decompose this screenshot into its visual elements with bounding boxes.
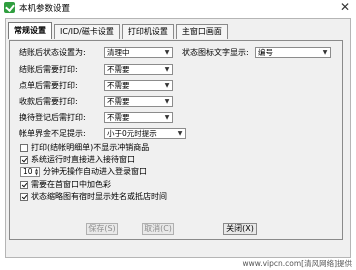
checkout-status-label: 结账后状态设置为: (19, 47, 86, 57)
idle-minutes-option: 10 ▲ ▼ 分钟无操作自动进入登录窗口 (20, 166, 147, 177)
print-after-deposit-select[interactable]: 不需要 ▼ (104, 95, 173, 107)
idle-minutes-spinner[interactable]: 10 ▲ ▼ (20, 166, 40, 177)
watermark-footer: www.vipcn.com[清风网络]提供 (0, 259, 356, 270)
print-after-deposit-row: 收款后需要打印: 不需要 ▼ (19, 95, 173, 107)
print-after-room-change-label: 换待登记后需打印: (19, 112, 86, 122)
prompt-under-amount-label: 帐单界金不足提示: (19, 128, 86, 138)
status-icon-text-value: 编号 (258, 47, 273, 57)
status-icon-text-label: 状态图标文字显示: (182, 47, 249, 57)
print-after-checkout-select[interactable]: 不需要 ▼ (104, 63, 173, 75)
print-after-order-select[interactable]: 不需要 ▼ (104, 79, 173, 91)
tab-general[interactable]: 常规设置 (8, 22, 52, 39)
print-after-checkout-row: 结账后需要打印: 不需要 ▼ (19, 63, 173, 75)
color-in-main-window-option[interactable]: 需要在首窗口中加色彩 (20, 179, 111, 190)
print-after-room-change-select[interactable]: 不需要 ▼ (104, 111, 173, 123)
print-after-deposit-value: 不需要 (107, 96, 130, 106)
chevron-down-icon: ▼ (164, 65, 170, 73)
save-button[interactable]: 保存(S) (86, 223, 118, 235)
tab-printer-settings[interactable]: 打印机设置 (121, 24, 174, 39)
print-after-checkout-value: 不需要 (107, 64, 130, 74)
show-customer-in-icon-option[interactable]: 状态缩略图有宿时显示姓名或抵店时间 (20, 191, 167, 202)
show-customer-in-icon-label: 状态缩略图有宿时显示姓名或抵店时间 (31, 192, 167, 201)
chevron-down-icon: ▼ (322, 48, 328, 56)
prompt-under-amount-value: 小于0元时提示 (107, 128, 157, 138)
chevron-down-icon: ▼ (164, 97, 170, 105)
status-icon-text-select[interactable]: 编号 ▼ (255, 46, 331, 58)
print-after-deposit-label: 收款后需要打印: (19, 96, 78, 106)
enter-room-window-label: 系统运行时直接进入接待窗口 (31, 155, 135, 164)
close-icon[interactable]: ✕ (337, 1, 353, 14)
enter-room-window-checkbox[interactable] (20, 155, 28, 164)
idle-minutes-value: 10 (23, 166, 33, 176)
print-detail-blank-checkbox[interactable] (20, 143, 28, 152)
chevron-down-icon: ▼ (164, 48, 170, 56)
print-after-room-change-value: 不需要 (107, 112, 130, 122)
print-after-order-row: 点单后需要打印: 不需要 ▼ (19, 79, 173, 91)
tab-main-window-screen[interactable]: 主窗口画面 (175, 24, 228, 39)
checkout-status-value: 清理中 (107, 47, 130, 57)
print-detail-blank-option[interactable]: 打印(结帐明细单)不显示冲销商品 (20, 142, 149, 153)
close-button[interactable]: 关闭(X) (223, 223, 257, 235)
color-in-main-window-label: 需要在首窗口中加色彩 (31, 180, 111, 189)
print-detail-blank-label: 打印(结帐明细单)不显示冲销商品 (31, 143, 150, 152)
cancel-button[interactable]: 取消(C) (142, 223, 174, 235)
chevron-down-icon: ▼ (177, 129, 183, 137)
chevron-down-icon: ▼ (164, 81, 170, 89)
prompt-under-amount-row: 帐单界金不足提示: 小于0元时提示 ▼ (19, 127, 186, 139)
window-title: 本机参数设置 (19, 4, 71, 14)
print-after-checkout-label: 结账后需要打印: (19, 64, 78, 74)
print-after-order-value: 不需要 (107, 80, 130, 90)
idle-minutes-label: 分钟无操作自动进入登录窗口 (43, 167, 147, 176)
tab-strip: 常规设置 IC/ID/磁卡设置 打印机设置 主窗口画面 (8, 22, 230, 40)
show-customer-in-icon-checkbox[interactable] (20, 192, 28, 201)
enter-room-window-option[interactable]: 系统运行时直接进入接待窗口 (20, 154, 135, 165)
status-icon-text-row: 状态图标文字显示: 编号 ▼ (182, 46, 331, 58)
checkout-status-select[interactable]: 清理中 ▼ (104, 46, 173, 58)
app-logo-icon (4, 2, 15, 13)
checkout-status-row: 结账后状态设置为: 清理中 ▼ (19, 46, 173, 58)
chevron-down-icon: ▼ (164, 113, 170, 121)
color-in-main-window-checkbox[interactable] (20, 180, 28, 189)
print-after-room-change-row: 换待登记后需打印: 不需要 ▼ (19, 111, 173, 123)
title-bar: 本机参数设置 ✕ (0, 0, 356, 16)
tab-card-settings[interactable]: IC/ID/磁卡设置 (54, 24, 120, 39)
spinner-arrows-icon[interactable]: ▲ ▼ (34, 167, 39, 176)
settings-window: 本机参数设置 ✕ 常规设置 IC/ID/磁卡设置 打印机设置 主窗口画面 结账后… (0, 0, 356, 270)
print-after-order-label: 点单后需要打印: (19, 80, 78, 90)
prompt-under-amount-select[interactable]: 小于0元时提示 ▼ (104, 127, 186, 139)
